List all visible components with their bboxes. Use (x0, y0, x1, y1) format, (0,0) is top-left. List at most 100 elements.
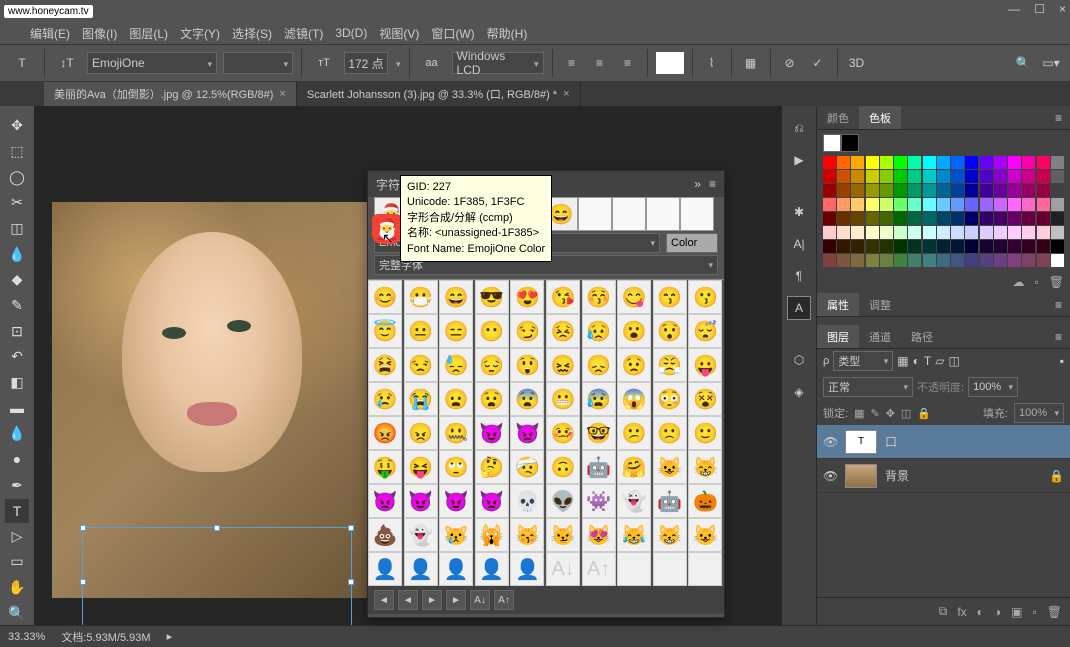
document-tab[interactable]: Scarlett Johansson (3).jpg @ 33.3% (口, R… (297, 82, 581, 106)
swatch-delete-icon[interactable]: 🗑 (1049, 275, 1064, 289)
menu-3d[interactable]: 3D(D) (335, 26, 367, 40)
filter-type-icon[interactable]: T (924, 354, 931, 368)
glyph-cell[interactable]: 🤔 (475, 450, 509, 484)
swatch[interactable] (951, 170, 964, 183)
eyedropper-tool-icon[interactable]: 💧 (5, 242, 29, 266)
glyph-cell[interactable] (653, 552, 687, 586)
glyph-cell[interactable]: 😗 (688, 280, 722, 314)
font-size-input[interactable]: 172 点 (344, 52, 388, 74)
menu-filter[interactable]: 滤镜(T) (284, 25, 323, 42)
swatch[interactable] (823, 156, 836, 169)
swatch[interactable] (851, 226, 864, 239)
swatch[interactable] (1037, 226, 1050, 239)
swatch[interactable] (965, 156, 978, 169)
text-orientation-icon[interactable]: ↕T (53, 49, 81, 77)
swatch[interactable] (908, 212, 921, 225)
text-bounding-box[interactable] (82, 527, 352, 625)
swatch[interactable] (994, 212, 1007, 225)
glyph-nav-prev[interactable]: ◄ (398, 590, 418, 610)
panel-menu-icon[interactable]: ≡ (1047, 293, 1070, 316)
glyph-cell[interactable]: 😺 (688, 518, 722, 552)
swatch[interactable] (965, 170, 978, 183)
swatch[interactable] (951, 184, 964, 197)
glyph-cell[interactable]: 💩 (368, 518, 402, 552)
swatch-cloud-icon[interactable]: ☁ (1013, 275, 1025, 289)
glyph-cell[interactable]: 😽 (510, 518, 544, 552)
glyph-cell[interactable]: 👿 (368, 484, 402, 518)
swatch[interactable] (1022, 226, 1035, 239)
glyph-cell[interactable]: 😕 (617, 416, 651, 450)
lock-image-icon[interactable]: ✎ (870, 407, 879, 420)
swatch[interactable] (837, 170, 850, 183)
swatch[interactable] (837, 184, 850, 197)
swatch[interactable] (894, 212, 907, 225)
swatch[interactable] (937, 254, 950, 267)
glyph-cell[interactable]: 😥 (582, 314, 616, 348)
swatch[interactable] (994, 226, 1007, 239)
glyph-cell[interactable]: 😈 (439, 484, 473, 518)
swatch[interactable] (1037, 212, 1050, 225)
info-chevron-icon[interactable]: ▸ (167, 630, 173, 643)
glyph-cell[interactable]: 😨 (510, 382, 544, 416)
swatch[interactable] (837, 254, 850, 267)
character-panel-icon[interactable]: A| (787, 232, 811, 256)
healing-tool-icon[interactable]: ◆ (5, 268, 29, 292)
swatch[interactable] (980, 198, 993, 211)
glyph-cell[interactable]: 😦 (439, 382, 473, 416)
expand-icon[interactable]: » (694, 177, 701, 191)
layer-group-icon[interactable]: ▣ (1011, 605, 1022, 619)
glyph-cell[interactable]: 🤒 (546, 416, 580, 450)
swatch[interactable] (823, 184, 836, 197)
glyph-cell[interactable]: 😷 (404, 280, 438, 314)
swatch[interactable] (1008, 212, 1021, 225)
swatch[interactable] (851, 240, 864, 253)
swatch[interactable] (823, 212, 836, 225)
move-tool-icon[interactable]: ✥ (5, 114, 29, 138)
commit-icon[interactable]: ✓ (807, 52, 829, 74)
swatch[interactable] (994, 156, 1007, 169)
swatch[interactable] (894, 226, 907, 239)
swatch[interactable] (937, 240, 950, 253)
glyph-cell[interactable]: 👿 (475, 484, 509, 518)
swatch[interactable] (923, 226, 936, 239)
resize-handle[interactable] (80, 525, 86, 531)
align-left-icon[interactable]: ≡ (561, 52, 583, 74)
glyph-cell[interactable]: 😳 (653, 382, 687, 416)
swatch[interactable] (823, 254, 836, 267)
swatch[interactable] (923, 240, 936, 253)
swatch[interactable] (951, 240, 964, 253)
swatch[interactable] (1051, 212, 1064, 225)
glyph-style-dropdown[interactable]: Color (666, 233, 718, 253)
swatch[interactable] (1051, 226, 1064, 239)
swatch[interactable] (894, 156, 907, 169)
tab-channels[interactable]: 通道 (859, 325, 901, 348)
align-right-icon[interactable]: ≡ (617, 52, 639, 74)
swatch[interactable] (951, 226, 964, 239)
swatch[interactable] (823, 198, 836, 211)
filter-smart-icon[interactable]: ◫ (948, 354, 959, 368)
layer-name[interactable]: 背景 (885, 467, 909, 484)
swatch[interactable] (937, 226, 950, 239)
swatch[interactable] (951, 212, 964, 225)
filter-pixel-icon[interactable]: ▦ (897, 354, 908, 368)
glyph-cell[interactable]: 😞 (582, 348, 616, 382)
swatch[interactable] (994, 184, 1007, 197)
history-brush-tool-icon[interactable]: ↶ (5, 345, 29, 369)
cancel-icon[interactable]: ⊘ (779, 52, 801, 74)
swatch[interactable] (1022, 170, 1035, 183)
lock-artboard-icon[interactable]: ◫ (901, 407, 911, 420)
swatch[interactable] (980, 212, 993, 225)
visibility-icon[interactable]: 👁 (823, 469, 837, 483)
blur-tool-icon[interactable]: 💧 (5, 422, 29, 446)
new-layer-icon[interactable]: ▫ (1033, 605, 1037, 619)
blend-mode-dropdown[interactable]: 正常 (823, 377, 913, 397)
zoom-level[interactable]: 33.33% (8, 631, 45, 643)
glyph-cell[interactable]: 😙 (653, 280, 687, 314)
glyph-zoom-in[interactable]: A↑ (494, 590, 514, 610)
glyph-cell[interactable]: A↑ (582, 552, 616, 586)
swatch[interactable] (980, 254, 993, 267)
rectangle-tool-icon[interactable]: ▭ (5, 550, 29, 574)
glyph-cell[interactable]: 😠 (404, 416, 438, 450)
swatch[interactable] (937, 156, 950, 169)
glyph-cell[interactable]: 😰 (582, 382, 616, 416)
